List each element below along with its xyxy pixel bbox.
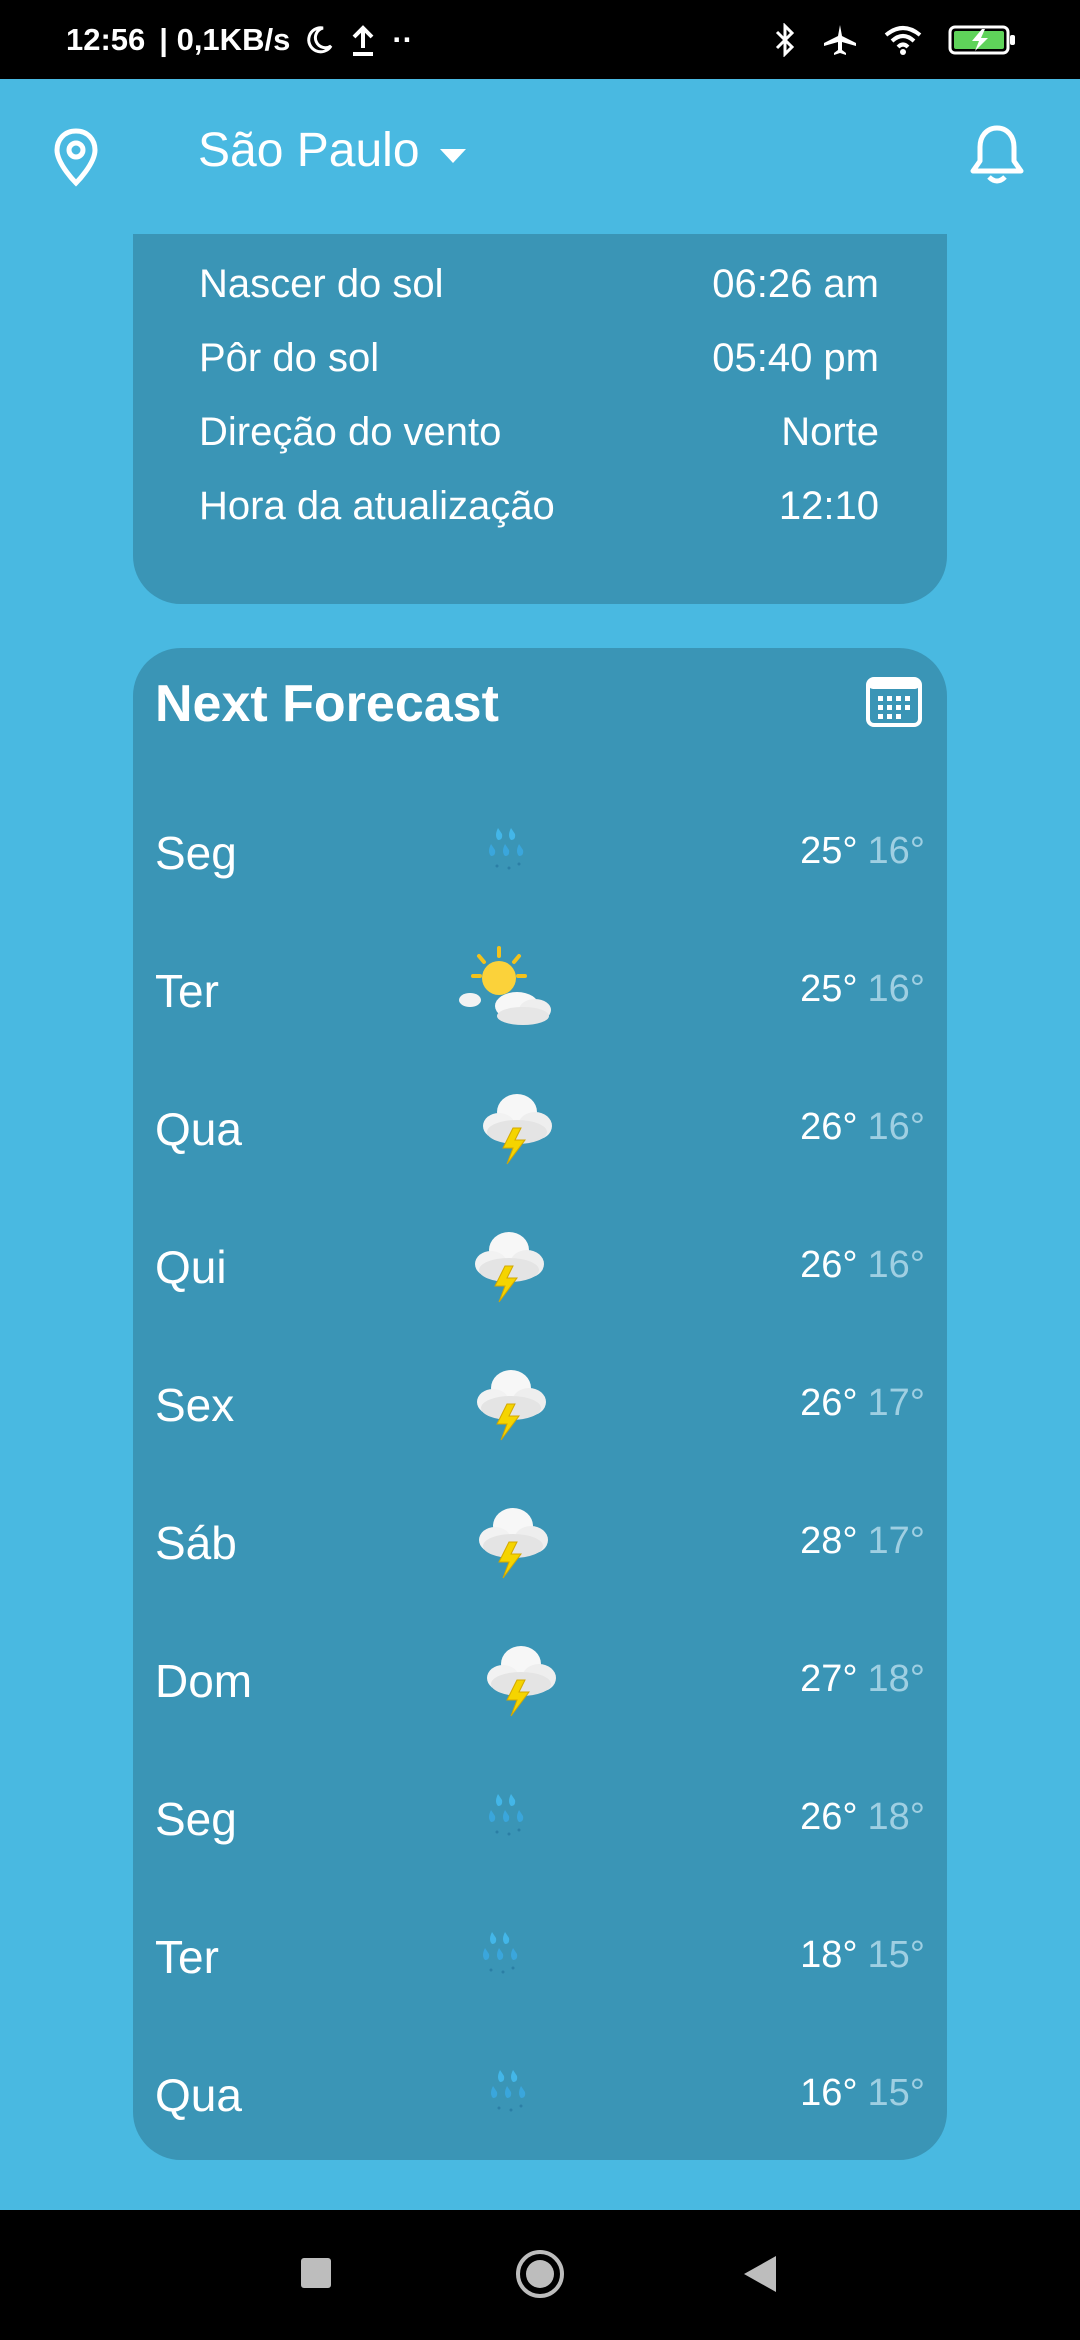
next-forecast-card: Next Forecast Seg 25° 16° Ter 25° 16° Qua …: [133, 648, 947, 2160]
status-net-speed: | 0,1KB/s: [159, 21, 291, 57]
temp-high: 27°: [800, 1658, 858, 1700]
temp-low: 16°: [867, 1244, 925, 1286]
detail-label: Hora da atualização: [199, 484, 555, 528]
temp-high: 18°: [800, 1934, 858, 1976]
temp-low: 16°: [867, 830, 925, 872]
temp-low: 16°: [867, 1106, 925, 1148]
location-pin-icon[interactable]: [52, 127, 100, 192]
city-name: São Paulo: [198, 124, 420, 177]
back-triangle-icon[interactable]: [742, 2254, 778, 2299]
forecast-row: Qui 26° 16°: [155, 1220, 925, 1312]
bell-icon[interactable]: [968, 123, 1026, 192]
temp-low: 15°: [867, 2072, 925, 2114]
forecast-row: Ter 25° 16°: [155, 944, 925, 1036]
detail-value: Norte: [781, 410, 879, 454]
temperature-range: 28° 17°: [800, 1520, 925, 1563]
app-header: São Paulo: [0, 79, 1080, 234]
detail-value: 06:26 am: [712, 262, 879, 306]
airplane-icon: [822, 23, 858, 57]
temperature-range: 16° 15°: [800, 2072, 925, 2115]
temp-high: 25°: [800, 968, 858, 1010]
detail-row-update-time: Hora da atualização 12:10: [199, 484, 879, 529]
temperature-range: 26° 17°: [800, 1382, 925, 1425]
temperature-range: 27° 18°: [800, 1658, 925, 1701]
bluetooth-icon: [774, 22, 796, 57]
forecast-row: Sáb 28° 17°: [155, 1496, 925, 1588]
battery-charging-icon: [948, 24, 1018, 56]
temp-high: 26°: [800, 1796, 858, 1838]
chevron-down-icon: [438, 123, 468, 178]
temperature-range: 25° 16°: [800, 830, 925, 873]
sun-wind-details-card: Nascer do sol 06:26 am Pôr do sol 05:40 …: [133, 234, 947, 604]
temperature-range: 25° 16°: [800, 968, 925, 1011]
recents-square-icon[interactable]: [300, 2257, 332, 2294]
temp-low: 16°: [867, 968, 925, 1010]
status-right: [774, 22, 1018, 57]
temp-low: 17°: [867, 1520, 925, 1562]
status-time: 12:56: [66, 21, 146, 57]
partly-sunny-icon: [453, 944, 563, 1036]
status-left: 12:56 | 0,1KB/s ··: [66, 22, 413, 58]
rain-icon: [455, 2048, 565, 2140]
system-navigation-bar: [0, 2210, 1080, 2340]
forecast-row: Qua 16° 15°: [155, 2048, 925, 2140]
upload-icon: [348, 24, 378, 56]
forecast-row: Dom 27° 18°: [155, 1634, 925, 1726]
day-label: Ter: [155, 1931, 219, 1983]
day-label: Sex: [155, 1379, 235, 1431]
forecast-row: Seg 25° 16°: [155, 806, 925, 898]
thunderstorm-icon: [455, 1220, 565, 1312]
forecast-row: Sex 26° 17°: [155, 1358, 925, 1450]
rain-icon: [447, 1910, 557, 2002]
temp-low: 18°: [867, 1796, 925, 1838]
rain-icon: [453, 1772, 563, 1864]
temp-high: 26°: [800, 1382, 858, 1424]
rain-icon: [453, 806, 563, 898]
thunderstorm-icon: [459, 1496, 569, 1588]
detail-value: 12:10: [778, 484, 879, 528]
wifi-icon: [884, 25, 922, 55]
detail-row-sunrise: Nascer do sol 06:26 am: [199, 262, 879, 307]
forecast-title: Next Forecast: [155, 675, 499, 733]
forecast-row: Qua 26° 16°: [155, 1082, 925, 1174]
thunderstorm-icon: [457, 1358, 567, 1450]
detail-label: Nascer do sol: [199, 262, 444, 306]
temp-high: 16°: [800, 2072, 858, 2114]
detail-label: Pôr do sol: [199, 336, 380, 380]
temp-high: 28°: [800, 1520, 858, 1562]
detail-value: 05:40 pm: [712, 336, 879, 380]
home-circle-icon[interactable]: [514, 2248, 566, 2305]
temperature-range: 18° 15°: [800, 1934, 925, 1977]
temp-high: 25°: [800, 830, 858, 872]
temp-high: 26°: [800, 1106, 858, 1148]
day-label: Qua: [155, 2069, 242, 2121]
moon-icon: [304, 25, 334, 55]
detail-label: Direção do vento: [199, 410, 502, 454]
day-label: Ter: [155, 965, 219, 1017]
city-selector[interactable]: São Paulo: [198, 123, 468, 178]
temperature-range: 26° 18°: [800, 1796, 925, 1839]
temp-low: 15°: [867, 1934, 925, 1976]
forecast-row: Ter 18° 15°: [155, 1910, 925, 2002]
status-more-dots: ··: [392, 21, 413, 57]
temperature-range: 26° 16°: [800, 1106, 925, 1149]
calendar-icon[interactable]: [865, 676, 923, 733]
forecast-row: Seg 26° 18°: [155, 1772, 925, 1864]
detail-row-sunset: Pôr do sol 05:40 pm: [199, 336, 879, 381]
status-bar: 12:56 | 0,1KB/s ··: [0, 0, 1080, 79]
temp-high: 26°: [800, 1244, 858, 1286]
day-label: Sáb: [155, 1517, 237, 1569]
temp-low: 17°: [867, 1382, 925, 1424]
day-label: Qua: [155, 1103, 242, 1155]
temperature-range: 26° 16°: [800, 1244, 925, 1287]
thunderstorm-icon: [463, 1082, 573, 1174]
day-label: Dom: [155, 1655, 253, 1707]
day-label: Qui: [155, 1241, 227, 1293]
day-label: Seg: [155, 1793, 237, 1845]
detail-row-wind-direction: Direção do vento Norte: [199, 410, 879, 455]
temp-low: 18°: [867, 1658, 925, 1700]
thunderstorm-icon: [467, 1634, 577, 1726]
day-label: Seg: [155, 827, 237, 879]
